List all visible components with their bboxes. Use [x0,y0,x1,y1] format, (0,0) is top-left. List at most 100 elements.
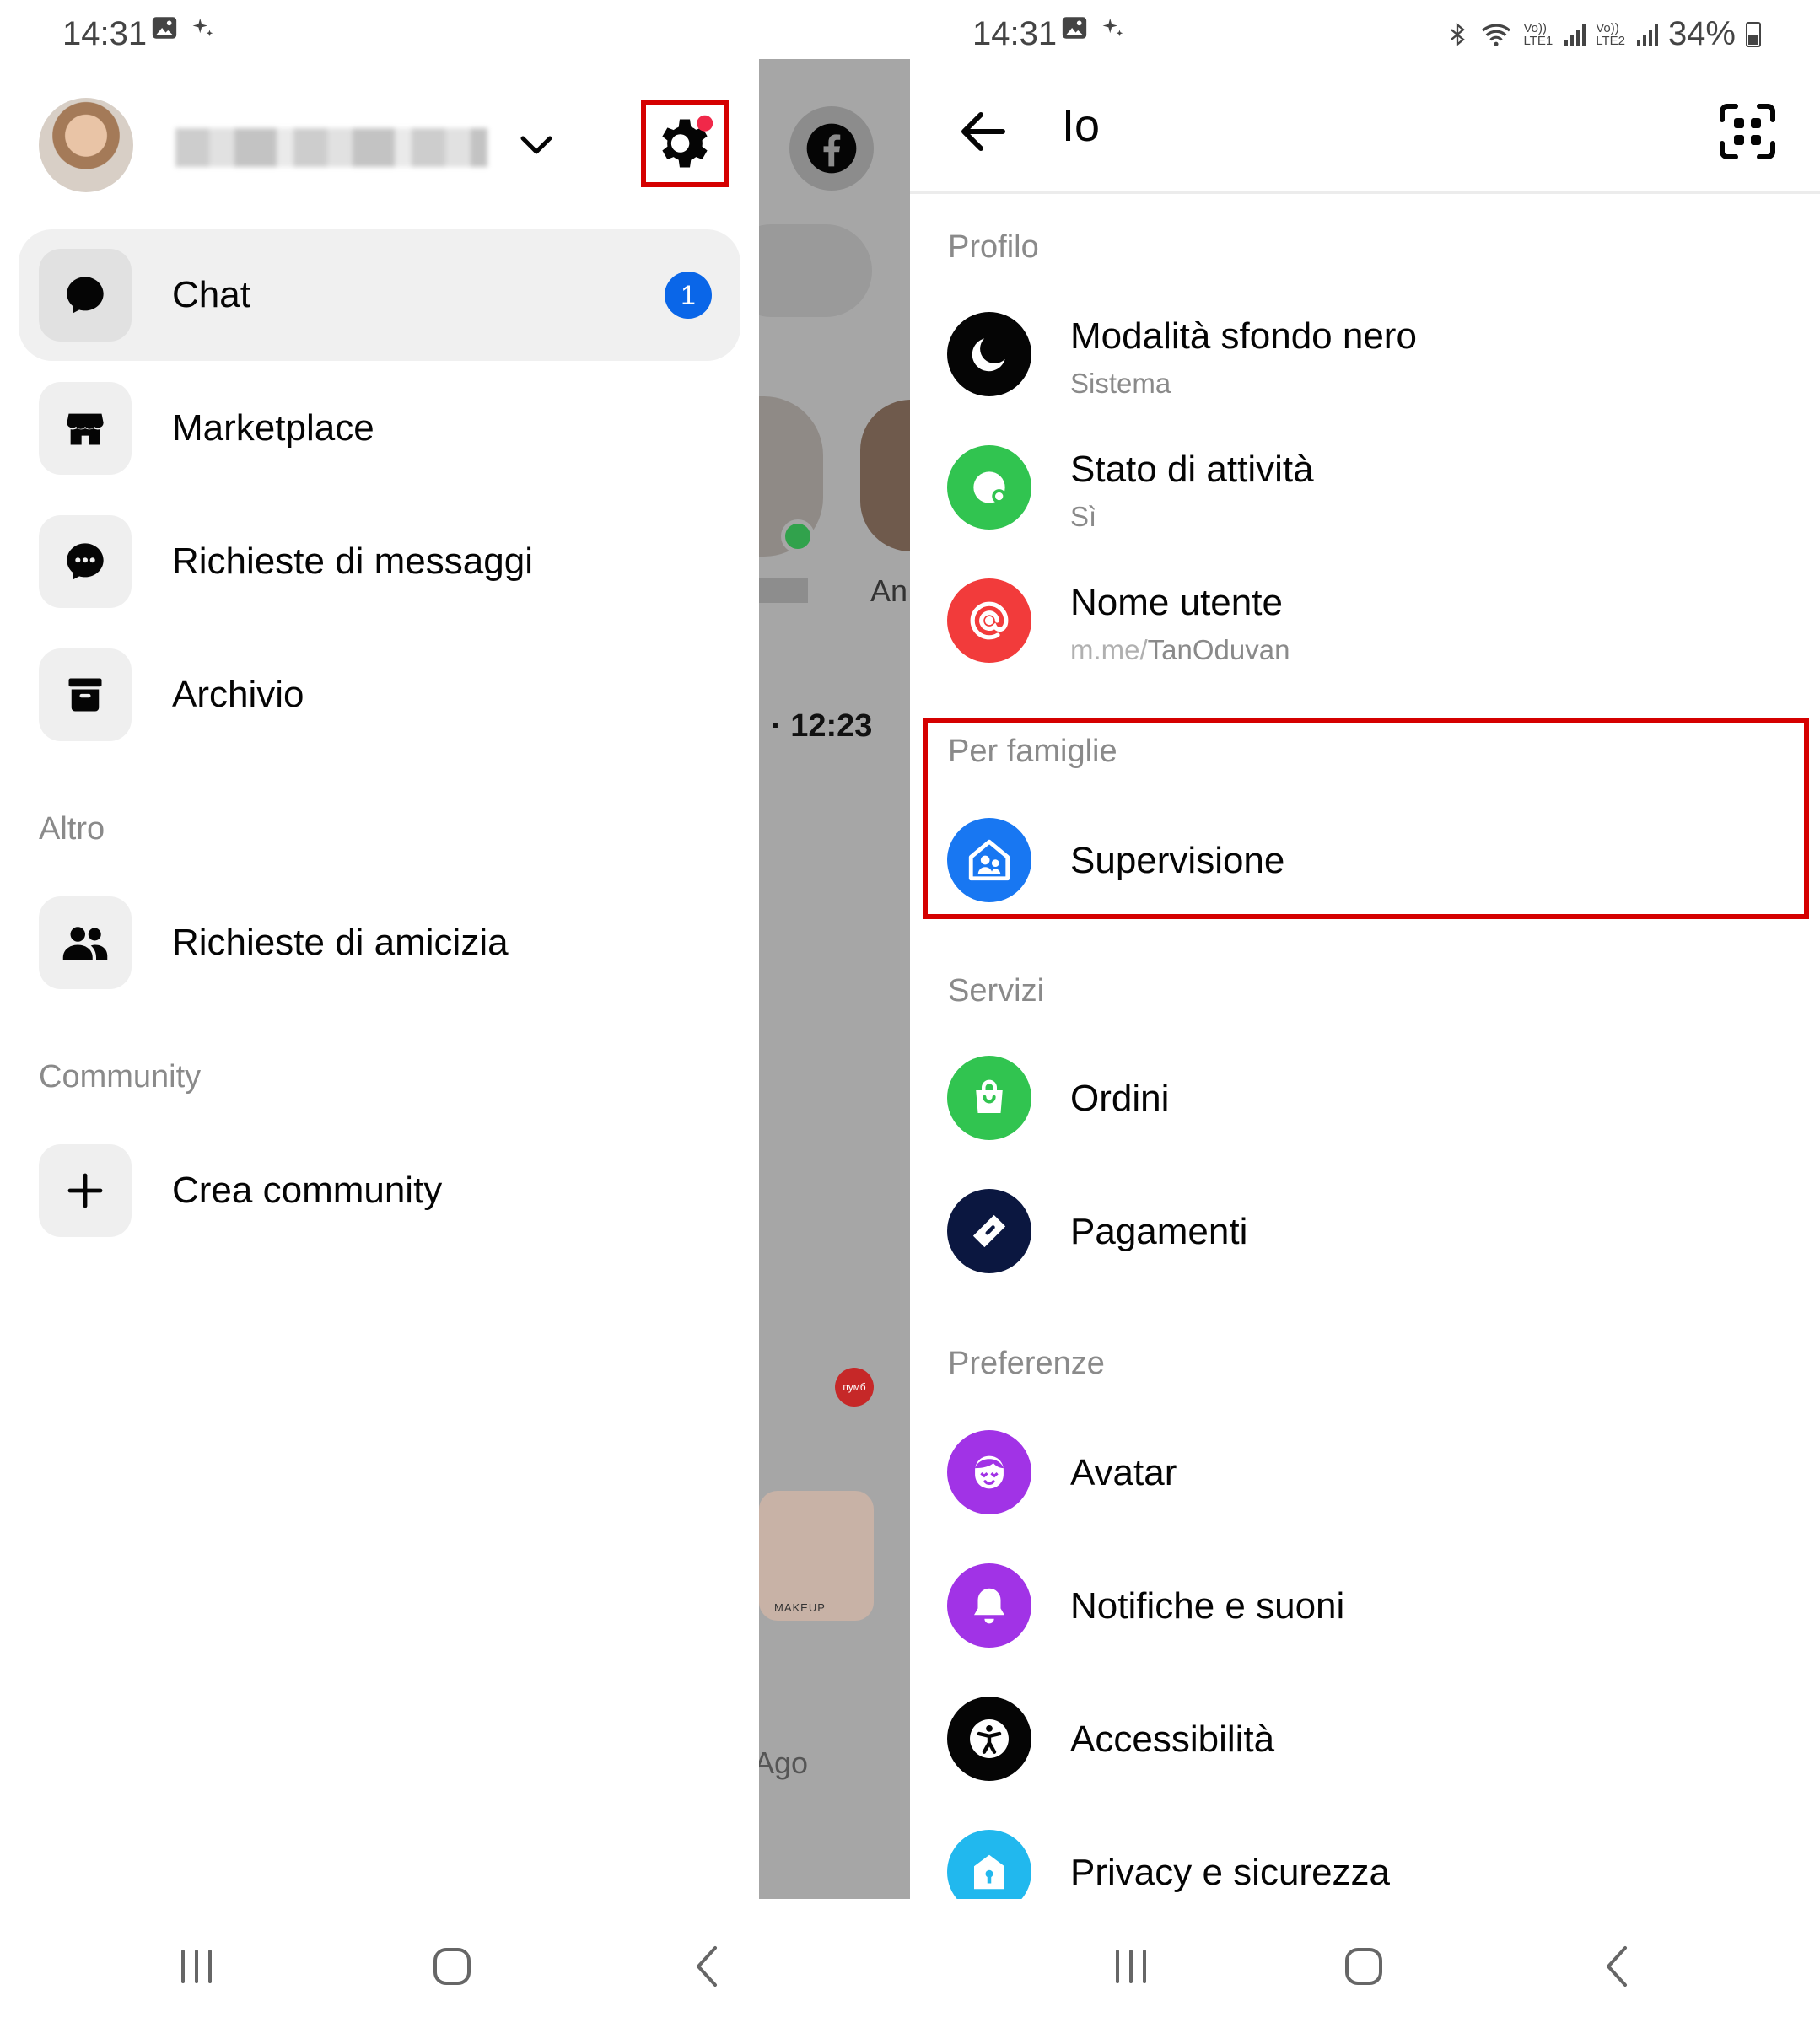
left-screen: An · 12:23 пумб MAKEUP Ago 14:31 Chat 1 … [0,0,910,2017]
menu-label: Marketplace [172,407,374,449]
menu-item-chat[interactable]: Chat 1 [19,229,740,361]
unread-badge: 1 [665,272,712,319]
gallery-icon [152,17,177,39]
plus-icon [39,1144,132,1237]
settings-item-active-status[interactable]: Stato di attività Sì [910,423,1820,550]
system-nav-bar [0,1899,910,2017]
item-title: Avatar [1070,1452,1177,1493]
menu-label: Crea community [172,1170,443,1211]
menu-label: Richieste di amicizia [172,922,509,963]
item-subtitle: Sistema [1070,368,1171,399]
avatar-icon [947,1430,1031,1514]
chat-snippet: Ago [759,1745,809,1780]
back-arrow-icon[interactable] [950,98,1018,165]
item-title: Pagamenti [1070,1211,1248,1252]
page-title: Io [1062,100,1101,151]
story-name-blurred [759,578,808,603]
section-heading-preferenze: Preferenze [948,1346,1105,1381]
menu-label: Richieste di messaggi [172,541,533,582]
recents-icon[interactable] [1106,1941,1156,1992]
back-nav-icon[interactable] [1593,1941,1644,1992]
story-avatar[interactable] [860,400,910,551]
online-indicator [781,519,815,553]
status-time: 14:31 [972,15,1058,52]
payments-icon [947,1189,1031,1273]
shopping-bag-icon [947,1056,1031,1140]
settings-item-payments[interactable]: Pagamenti [910,1167,1820,1294]
chat-bubble-icon [39,249,132,342]
qr-scan-icon[interactable] [1714,98,1781,165]
dimmed-chat-list[interactable]: An · 12:23 пумб MAKEUP Ago [759,59,910,1906]
username-prefix: m.me/ [1070,634,1148,665]
settings-item-username[interactable]: Nome utente m.me/TanOduvan [910,557,1820,683]
item-subtitle: Sì [1070,501,1097,532]
chat-avatar-badge: пумб [835,1368,874,1407]
item-title: Accessibilità [1070,1718,1275,1760]
moon-icon [947,312,1031,396]
message-thumbnail[interactable]: MAKEUP [759,1491,874,1621]
item-title: Privacy e sicurezza [1070,1852,1391,1893]
status-bar: 14:31 [0,0,759,67]
item-title: Notifiche e suoni [1070,1585,1345,1627]
settings-item-accessibility[interactable]: Accessibilità [910,1675,1820,1801]
message-requests-icon [39,515,132,608]
shop-icon [39,382,132,475]
signal-icon [1564,23,1586,46]
archive-icon [39,648,132,741]
sparkle-icon [1102,18,1123,36]
item-title: Supervisione [1070,840,1285,881]
search-bar[interactable] [759,224,872,317]
signal-icon [1636,23,1658,46]
settings-item-avatar[interactable]: Avatar [910,1408,1820,1535]
item-title: Stato di attività [1070,449,1314,490]
menu-item-archive[interactable]: Archivio [19,629,740,761]
wifi-icon [1482,24,1511,46]
status-bar: 14:31 Vo)) LTE1 Vo)) LTE2 34% [910,0,1820,67]
menu-item-marketplace[interactable]: Marketplace [19,363,740,494]
gallery-icon [1062,17,1087,39]
settings-item-supervision[interactable]: Supervisione [910,796,1820,922]
app-header: Io [910,67,1820,194]
at-icon [947,578,1031,663]
settings-item-dark-mode[interactable]: Modalità sfondo nero Sistema [910,290,1820,417]
back-nav-icon[interactable] [683,1941,734,1992]
system-nav-bar [910,1899,1820,2017]
home-icon[interactable] [1338,1941,1389,1992]
recents-icon[interactable] [171,1941,222,1992]
section-heading-altro: Altro [39,811,105,847]
settings-item-notifications[interactable]: Notifiche e suoni [910,1541,1820,1668]
supervision-icon [947,818,1031,902]
menu-item-create-community[interactable]: Crea community [19,1125,740,1256]
battery-percent: 34% [1667,15,1736,52]
sparkle-icon [192,18,213,36]
thumbnail-text: MAKEUP [774,1601,826,1614]
section-heading-community: Community [39,1059,202,1095]
status-time: 14:31 [62,15,148,52]
story-name: An [870,573,908,608]
profile-name-blurred[interactable] [175,128,487,167]
gear-icon [662,115,713,168]
bluetooth-icon [1451,22,1466,46]
sim2-label: Vo)) LTE2 [1596,20,1625,48]
friends-icon [39,896,132,989]
battery-icon [1746,21,1761,47]
menu-label: Chat [172,274,250,315]
home-icon[interactable] [427,1941,477,1992]
chevron-down-icon[interactable] [516,128,557,162]
menu-item-friend-requests[interactable]: Richieste di amicizia [19,877,740,1008]
navigation-drawer: 14:31 Chat 1 Marketplace Richieste di me… [0,0,759,2017]
active-status-icon [947,445,1031,530]
settings-item-orders[interactable]: Ordini [910,1034,1820,1160]
menu-item-message-requests[interactable]: Richieste di messaggi [19,496,740,627]
right-screen: 14:31 Vo))LTE1 Vo))LTE2 34% Io Profilo [910,0,1820,2017]
section-heading-per-famiglie: Per famiglie [948,734,1117,769]
bell-icon [947,1563,1031,1648]
facebook-icon[interactable] [789,106,874,191]
item-title: Nome utente [1070,582,1283,623]
settings-button[interactable] [641,100,729,187]
message-time: · 12:23 [771,708,873,744]
item-title: Modalità sfondo nero [1070,315,1417,357]
item-title: Ordini [1070,1078,1170,1119]
profile-avatar[interactable] [39,98,133,192]
item-subtitle: m.me/TanOduvan [1070,634,1290,666]
